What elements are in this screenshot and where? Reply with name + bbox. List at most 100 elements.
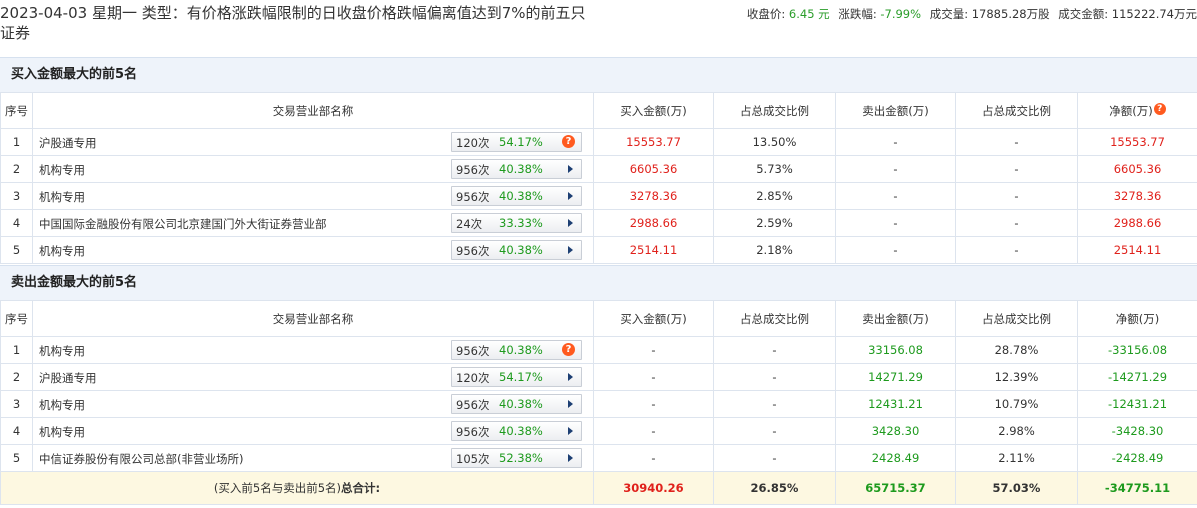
row-no: 1 [0,128,33,156]
broker-stats-button[interactable]: 105次 52.38% [451,448,582,468]
broker-name-link[interactable]: 中国国际金融股份有限公司北京建国门外大街证券营业部 [39,216,327,232]
sell-amount: - [835,182,956,210]
buy-amount: 6605.36 [593,155,714,183]
broker-name-link[interactable]: 机构专用 [39,424,85,440]
col-header-name: 交易营业部名称 [32,92,594,129]
broker-cell: 机构专用 956次 40.38% [32,417,594,445]
broker-rate: 40.38% [499,189,543,203]
expand-arrow-icon[interactable] [568,373,573,381]
row-no: 3 [0,182,33,210]
expand-arrow-icon[interactable] [568,192,573,200]
total-sell-pct: 57.03% [955,471,1078,505]
total-sell: 65715.37 [835,471,956,505]
broker-name-link[interactable]: 沪股通专用 [39,370,97,386]
table-row: 2 沪股通专用 120次 54.17% - -14271.29 12.39% -14271.2… [0,363,1197,391]
buy-amount: 2988.66 [593,209,714,237]
buy-amount: - [593,336,714,364]
volume-value: 17885.28万股 [971,7,1050,21]
col-header-sell: 卖出金额(万) [835,300,956,337]
sell-pct: 28.78% [955,336,1078,364]
broker-stats-button[interactable]: 956次 40.38% [451,394,582,414]
total-label-prefix: (买入前5名与卖出前5名) [213,481,341,495]
expand-arrow-icon[interactable] [568,427,573,435]
broker-stats-button[interactable]: 956次 40.38% [451,186,582,206]
sell-amount: 14271.29 [835,363,956,391]
table-row: 3 机构专用 956次 40.38% 3278.36 2.85% - -3278.36 [0,182,1197,210]
row-no: 4 [0,417,33,445]
buy-pct: - [713,417,836,445]
page-header: 2023-04-03 星期一 类型：有价格涨跌幅限制的日收盘价格跌幅偏离值达到7… [0,0,1197,46]
broker-name-link[interactable]: 中信证券股份有限公司总部(非营业场所) [39,451,243,467]
buy-pct: 5.73% [713,155,836,183]
total-buy: 30940.26 [593,471,714,505]
broker-times: 956次 [456,163,490,177]
broker-stats-button[interactable]: 120次 54.17% [451,367,582,387]
broker-name-link[interactable]: 机构专用 [39,397,85,413]
broker-stats-button[interactable]: 956次 40.38% [451,240,582,260]
broker-name-link[interactable]: 机构专用 [39,189,85,205]
col-header-net: 净额(万)? [1077,92,1197,129]
buy-pct: - [713,390,836,418]
amount-value: 115222.74万元 [1111,7,1197,21]
broker-times: 956次 [456,344,490,358]
table-row: 4 机构专用 956次 40.38% - -3428.30 2.98% -3428.30 [0,417,1197,445]
broker-stats-button[interactable]: 956次 40.38%? [451,340,582,360]
expand-arrow-icon[interactable] [568,400,573,408]
broker-rate: 52.38% [499,451,543,465]
net-amount: -12431.21 [1077,390,1197,418]
table-row: 1 沪股通专用 120次 54.17%? 15553.77 13.50% - -15553.7… [0,128,1197,156]
row-no: 2 [0,363,33,391]
buy-pct: - [713,444,836,472]
broker-rate: 40.38% [499,343,543,357]
broker-stats-button[interactable]: 956次 40.38% [451,159,582,179]
broker-name-link[interactable]: 机构专用 [39,243,85,259]
sell-pct: 2.98% [955,417,1078,445]
change-label: 涨跌幅: [838,7,877,21]
table-header-row: 序号 交易营业部名称 买入金额(万) 占总成交比例 卖出金额(万) 占总成交比例… [0,92,1197,129]
help-icon[interactable]: ? [562,343,575,356]
broker-cell: 中国国际金融股份有限公司北京建国门外大街证券营业部 24次 33.33% [32,209,594,237]
buy-pct: 2.18% [713,236,836,264]
close-price-label: 收盘价: [746,7,786,21]
col-header-buy-pct: 占总成交比例 [713,300,836,337]
broker-name-link[interactable]: 沪股通专用 [39,135,97,151]
expand-arrow-icon[interactable] [568,219,573,227]
broker-stats-button[interactable]: 120次 54.17%? [451,132,582,152]
expand-arrow-icon[interactable] [568,246,573,254]
table-row: 5 中信证券股份有限公司总部(非营业场所) 105次 52.38% - -2428.49 2… [0,444,1197,472]
help-icon[interactable]: ? [1153,102,1166,115]
broker-stats-button[interactable]: 24次 33.33% [451,213,582,233]
net-amount: 6605.36 [1077,155,1197,183]
amount-label: 成交金额: [1058,7,1109,21]
broker-stats-button[interactable]: 956次 40.38% [451,421,582,441]
broker-name-link[interactable]: 机构专用 [39,343,85,359]
row-no: 4 [0,209,33,237]
expand-arrow-icon[interactable] [568,165,573,173]
sell-pct: - [955,236,1078,264]
close-price-value: 6.45 元 [788,7,830,21]
sell-amount: 3428.30 [835,417,956,445]
sell-section-title: 卖出金额最大的前5名 [0,265,1197,301]
buy-amount: - [593,363,714,391]
broker-rate: 40.38% [499,243,543,257]
buy-amount: - [593,417,714,445]
buy-amount: 15553.77 [593,128,714,156]
stock-summary: 收盘价: 6.45 元 涨跌幅: -7.99% 成交量: 17885.28万股 … [747,6,1197,22]
sell-pct: - [955,209,1078,237]
broker-cell: 机构专用 956次 40.38% [32,236,594,264]
col-header-buy: 买入金额(万) [593,92,714,129]
help-icon[interactable]: ? [562,135,575,148]
buy-table: 序号 交易营业部名称 买入金额(万) 占总成交比例 卖出金额(万) 占总成交比例… [0,92,1197,264]
buy-section-title: 买入金额最大的前5名 [0,57,1197,93]
broker-name-link[interactable]: 机构专用 [39,162,85,178]
buy-table-body: 1 沪股通专用 120次 54.17%? 15553.77 13.50% - -15553.7… [0,128,1197,264]
col-header-net: 净额(万) [1077,300,1197,337]
expand-arrow-icon[interactable] [568,454,573,462]
sell-table-body: 1 机构专用 956次 40.38%? - -33156.08 28.78% -33156.0… [0,336,1197,472]
buy-amount: 3278.36 [593,182,714,210]
net-amount: 2988.66 [1077,209,1197,237]
col-header-buy: 买入金额(万) [593,300,714,337]
col-header-no: 序号 [0,92,33,129]
broker-cell: 沪股通专用 120次 54.17% [32,363,594,391]
table-row: 1 机构专用 956次 40.38%? - -33156.08 28.78% -33156.0… [0,336,1197,364]
